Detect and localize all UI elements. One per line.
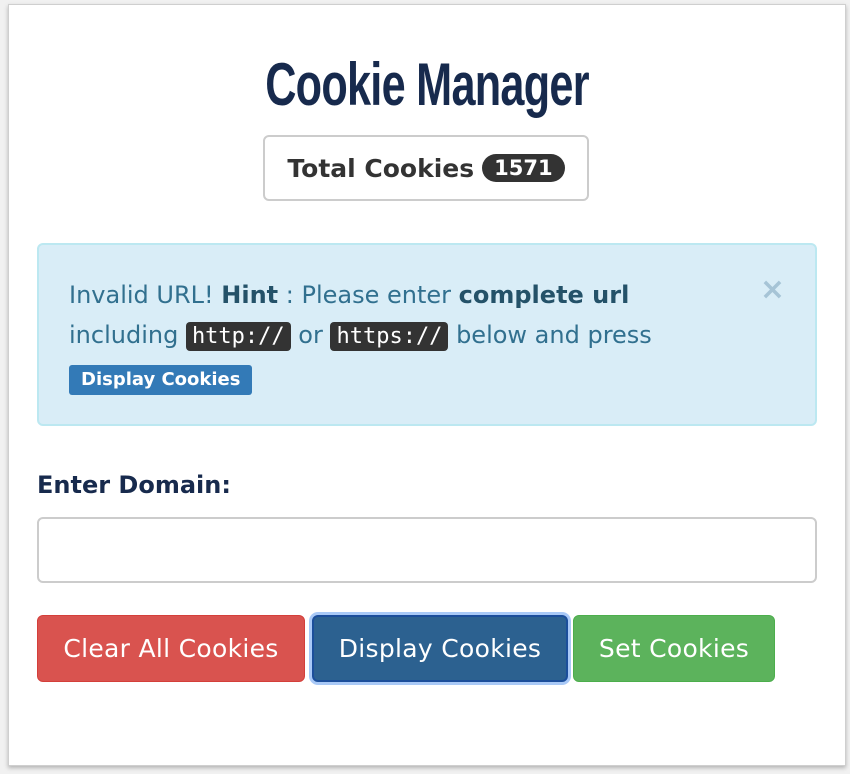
total-cookies-label: Total Cookies xyxy=(287,153,475,183)
invalid-url-alert: Invalid URL! Hint : Please enter complet… xyxy=(37,243,817,426)
set-cookies-button[interactable]: Set Cookies xyxy=(573,615,775,682)
total-cookies-box: Total Cookies 1571 xyxy=(263,135,589,201)
cookie-count-badge: 1571 xyxy=(482,154,565,182)
page-title: Cookie Manager xyxy=(265,51,589,118)
alert-text: Invalid URL! xyxy=(69,281,222,309)
domain-input[interactable] xyxy=(37,517,817,583)
alert-text: including xyxy=(69,321,186,349)
display-cookies-hint-label: Display Cookies xyxy=(69,365,253,395)
alert-complete-url: complete url xyxy=(458,281,630,309)
code-https: https:// xyxy=(330,322,449,351)
close-icon[interactable]: × xyxy=(760,275,785,305)
extension-popup: Cookie Manager Total Cookies 1571 Invali… xyxy=(8,4,846,766)
clear-all-cookies-button[interactable]: Clear All Cookies xyxy=(37,615,305,682)
code-http: http:// xyxy=(185,322,291,351)
alert-text: : Please enter xyxy=(278,281,459,309)
display-cookies-button[interactable]: Display Cookies xyxy=(312,615,568,682)
domain-label: Enter Domain: xyxy=(37,471,231,499)
alert-text: below and press xyxy=(448,321,652,349)
alert-hint: Hint xyxy=(221,281,279,309)
alert-text: or xyxy=(290,321,331,349)
